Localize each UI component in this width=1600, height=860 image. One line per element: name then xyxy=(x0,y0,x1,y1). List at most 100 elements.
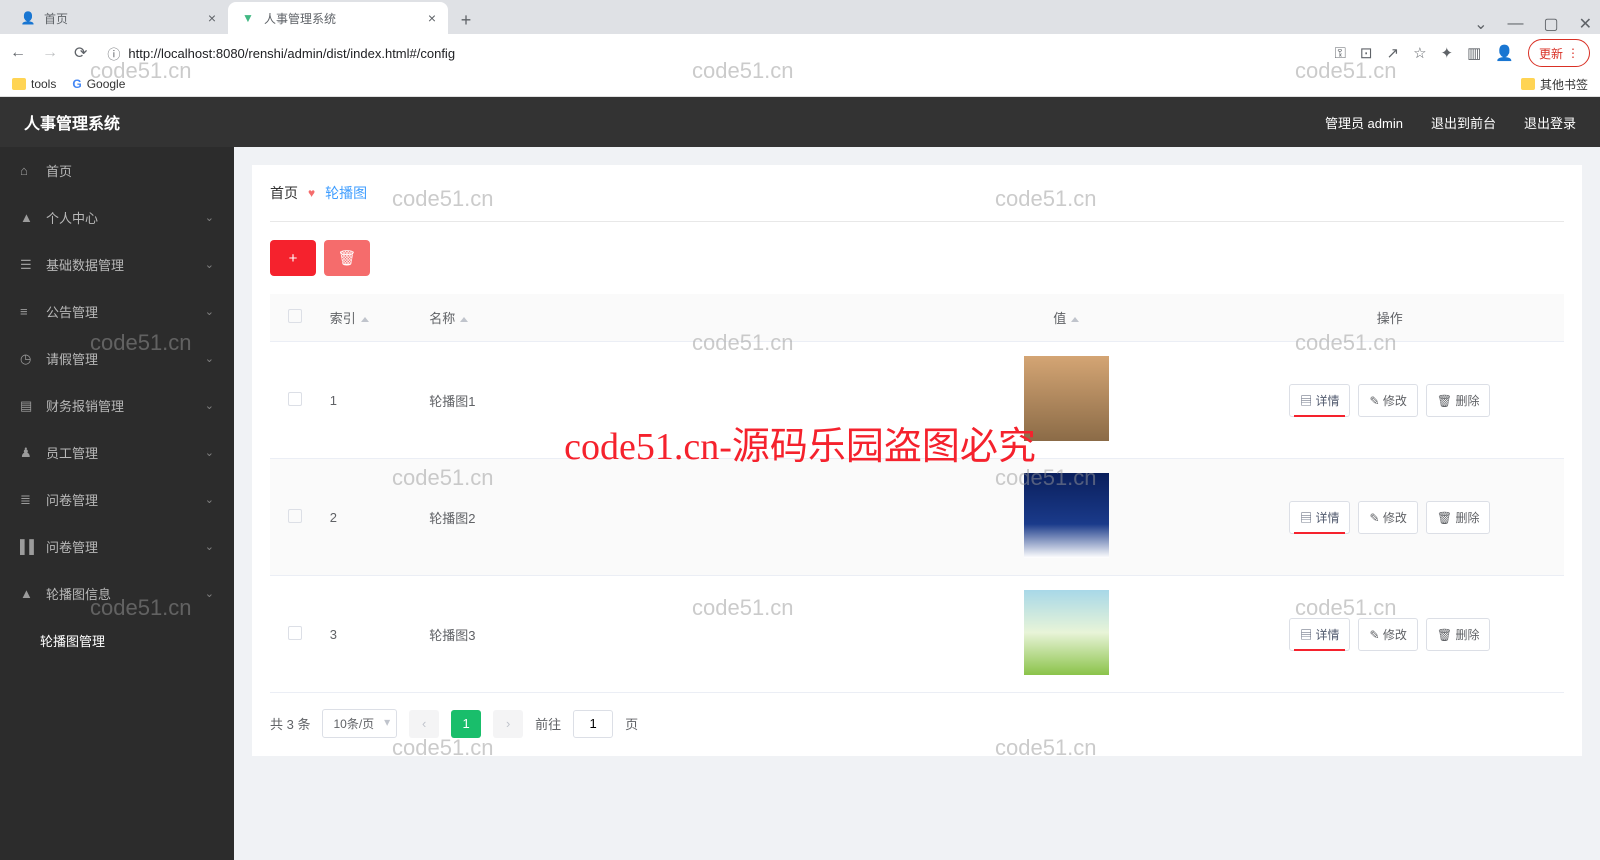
survey-icon: ≣ xyxy=(20,492,36,508)
bookmark-tools[interactable]: tools xyxy=(12,77,56,91)
new-tab-button[interactable]: + xyxy=(452,6,480,34)
goto-prefix: 前往 xyxy=(535,714,561,733)
panel-icon[interactable]: ▥ xyxy=(1467,44,1481,62)
browser-tab-1[interactable]: ▼ 人事管理系统 × xyxy=(228,2,448,34)
survey-icon: ▌▌ xyxy=(20,539,36,554)
table-row: 3 轮播图3 ▤ 详情 ✎ 修改 🗑 删除 xyxy=(270,576,1564,693)
sidebar-item-carousel[interactable]: ▲轮播图信息⌄ xyxy=(0,570,234,617)
chevron-down-icon: ⌄ xyxy=(205,493,214,506)
sidebar-item-employee[interactable]: ♟员工管理⌄ xyxy=(0,429,234,476)
bookmark-google[interactable]: G Google xyxy=(72,77,125,91)
chevron-down-icon[interactable]: ⌄ xyxy=(1474,14,1487,34)
carousel-icon: ▲ xyxy=(20,586,36,601)
next-page-button[interactable]: › xyxy=(493,710,523,738)
sidebar-item-leave[interactable]: ◷请假管理⌄ xyxy=(0,335,234,382)
employee-icon: ♟ xyxy=(20,445,36,461)
delete-row-button[interactable]: 🗑 删除 xyxy=(1426,384,1491,417)
sidebar-item-survey1[interactable]: ≣问卷管理⌄ xyxy=(0,476,234,523)
logout-link[interactable]: 退出登录 xyxy=(1524,113,1576,132)
data-table: 索引 名称 值 操作 1 轮播图1 ▤ 详情 ✎ 修改 🗑 删除 2 轮播图2 … xyxy=(270,294,1564,693)
delete-button[interactable]: 🗑 xyxy=(324,240,370,276)
translate-icon[interactable]: ⊡ xyxy=(1360,44,1373,62)
row-name[interactable]: 轮播图2 xyxy=(419,459,917,576)
row-checkbox[interactable] xyxy=(288,509,302,523)
add-button[interactable]: + xyxy=(270,240,316,276)
row-checkbox[interactable] xyxy=(288,392,302,406)
favicon-icon: 👤 xyxy=(20,10,36,26)
chevron-down-icon: ⌄ xyxy=(205,258,214,271)
sidebar-item-finance[interactable]: ▤财务报销管理⌄ xyxy=(0,382,234,429)
breadcrumb-current: 轮播图 xyxy=(325,183,367,203)
exit-to-front-link[interactable]: 退出到前台 xyxy=(1431,113,1496,132)
sidebar-item-profile[interactable]: ▲个人中心⌄ xyxy=(0,194,234,241)
back-icon[interactable]: ← xyxy=(10,44,26,62)
th-value[interactable]: 值 xyxy=(917,294,1216,342)
reload-icon[interactable]: ⟳ xyxy=(74,43,87,63)
tab-title: 首页 xyxy=(44,10,68,27)
close-window-icon[interactable]: ✕ xyxy=(1579,14,1592,34)
sidebar-item-home[interactable]: ⌂首页 xyxy=(0,147,234,194)
star-icon[interactable]: ☆ xyxy=(1413,44,1426,62)
leave-icon: ◷ xyxy=(20,351,36,367)
user-icon: ▲ xyxy=(20,210,36,225)
browser-tab-0[interactable]: 👤 首页 × xyxy=(8,2,228,34)
goto-suffix: 页 xyxy=(625,714,638,733)
pagination: 共 3 条 10条/页 ‹ 1 › 前往 页 xyxy=(270,709,1564,738)
edit-button[interactable]: ✎ 修改 xyxy=(1358,618,1417,651)
delete-row-button[interactable]: 🗑 删除 xyxy=(1426,501,1491,534)
page-size-select[interactable]: 10条/页 xyxy=(322,709,397,738)
url-text: http://localhost:8080/renshi/admin/dist/… xyxy=(128,46,455,61)
share-icon[interactable]: ↗ xyxy=(1387,44,1400,62)
detail-button[interactable]: ▤ 详情 xyxy=(1289,384,1350,417)
edit-button[interactable]: ✎ 修改 xyxy=(1358,501,1417,534)
info-icon[interactable]: ⓘ xyxy=(107,44,120,63)
sidebar-subitem-carousel-mgmt[interactable]: 轮播图管理 xyxy=(0,617,234,664)
row-name[interactable]: 轮播图1 xyxy=(419,342,917,459)
google-icon: G xyxy=(72,77,81,91)
sidebar-item-survey2[interactable]: ▌▌问卷管理⌄ xyxy=(0,523,234,570)
row-thumbnail[interactable] xyxy=(1024,473,1109,558)
extensions-icon[interactable]: ✦ xyxy=(1441,44,1454,62)
trash-icon: 🗑 xyxy=(337,249,356,267)
profile-icon[interactable]: 👤 xyxy=(1495,44,1514,62)
close-icon[interactable]: × xyxy=(208,10,216,26)
row-index: 3 xyxy=(320,576,420,693)
row-thumbnail[interactable] xyxy=(1024,356,1109,441)
row-index: 1 xyxy=(320,342,420,459)
chevron-down-icon: ⌄ xyxy=(205,211,214,224)
heart-icon: ♥ xyxy=(308,186,315,200)
minimize-icon[interactable]: — xyxy=(1507,15,1523,33)
checkbox-all[interactable] xyxy=(288,309,302,323)
url-input[interactable]: ⓘ http://localhost:8080/renshi/admin/dis… xyxy=(97,39,1324,67)
maximize-icon[interactable]: ▢ xyxy=(1543,14,1558,34)
detail-button[interactable]: ▤ 详情 xyxy=(1289,501,1350,534)
breadcrumb-home[interactable]: 首页 xyxy=(270,183,298,203)
update-button[interactable]: 更新 ⋮ xyxy=(1528,39,1590,67)
th-name[interactable]: 名称 xyxy=(419,294,917,342)
bookmark-other[interactable]: 其他书签 xyxy=(1521,76,1588,93)
key-icon[interactable]: ⚿ xyxy=(1335,45,1346,62)
update-label: 更新 xyxy=(1539,45,1563,62)
app-title: 人事管理系统 xyxy=(24,110,120,134)
goto-page-input[interactable] xyxy=(573,710,613,738)
delete-row-button[interactable]: 🗑 删除 xyxy=(1426,618,1491,651)
tab-bar: 👤 首页 × ▼ 人事管理系统 × + ⌄ — ▢ ✕ xyxy=(0,0,1600,34)
detail-button[interactable]: ▤ 详情 xyxy=(1289,618,1350,651)
row-name[interactable]: 轮播图3 xyxy=(419,576,917,693)
forward-icon[interactable]: → xyxy=(42,44,58,62)
admin-label[interactable]: 管理员 admin xyxy=(1325,113,1403,132)
prev-page-button[interactable]: ‹ xyxy=(409,710,439,738)
edit-button[interactable]: ✎ 修改 xyxy=(1358,384,1417,417)
row-checkbox[interactable] xyxy=(288,626,302,640)
row-thumbnail[interactable] xyxy=(1024,590,1109,675)
th-index[interactable]: 索引 xyxy=(320,294,420,342)
main-content: 首页 ♥ 轮播图 + 🗑 索引 名称 值 操作 xyxy=(234,147,1600,860)
address-bar: ← → ⟳ ⓘ http://localhost:8080/renshi/adm… xyxy=(0,34,1600,72)
page-1-button[interactable]: 1 xyxy=(451,710,481,738)
sidebar-item-announce[interactable]: ≡公告管理⌄ xyxy=(0,288,234,335)
close-icon[interactable]: × xyxy=(428,10,436,26)
chevron-down-icon: ⌄ xyxy=(205,399,214,412)
window-controls: ⌄ — ▢ ✕ xyxy=(1474,14,1600,34)
sidebar-item-basedata[interactable]: ☰基础数据管理⌄ xyxy=(0,241,234,288)
more-icon: ⋮ xyxy=(1567,46,1579,60)
